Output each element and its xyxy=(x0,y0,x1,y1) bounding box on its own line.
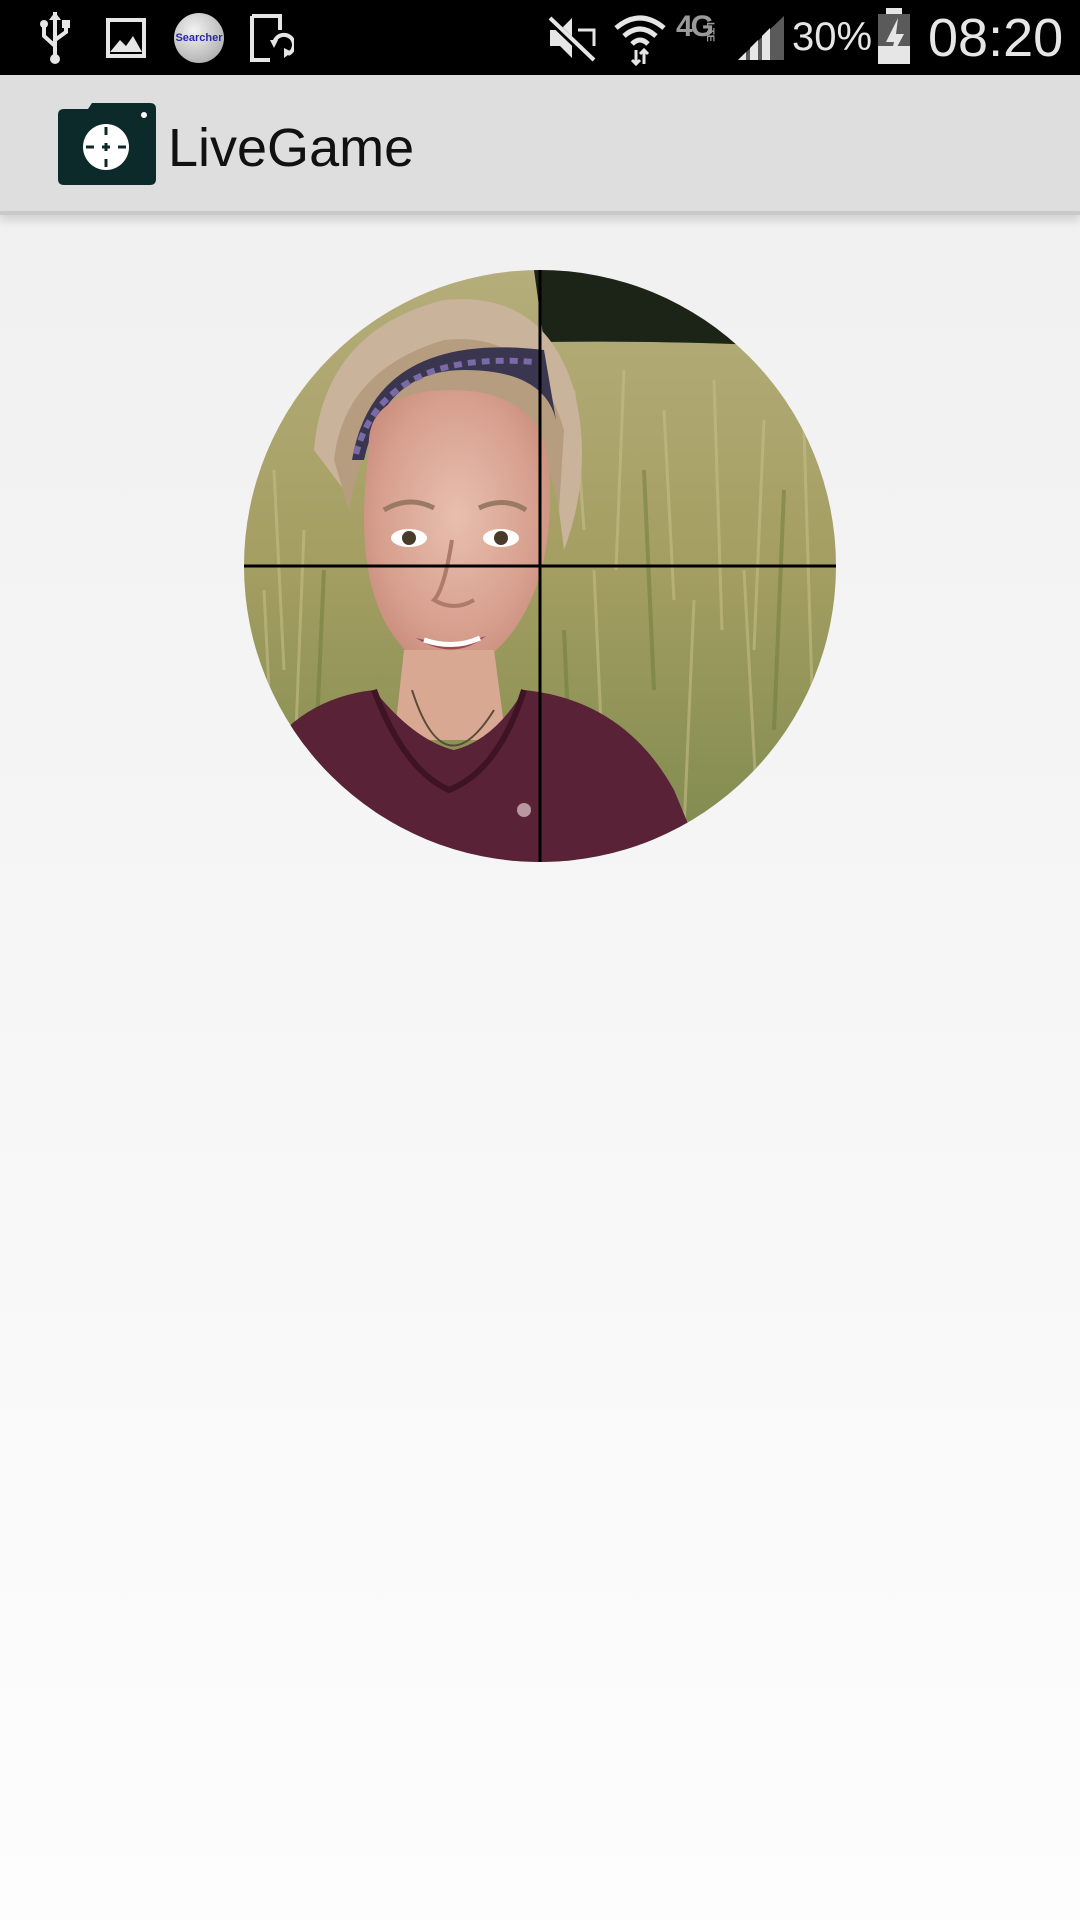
crosshair-overlay xyxy=(244,270,836,862)
camera-crosshair-icon[interactable] xyxy=(58,103,156,185)
battery-percent: 30% xyxy=(792,15,873,59)
mute-icon xyxy=(546,15,596,62)
searcher-app-icon: Searcher xyxy=(174,13,224,63)
searcher-label: Searcher xyxy=(175,32,223,44)
app-title: LiveGame xyxy=(168,118,415,178)
network-4g-lte-icon: 4G LTE xyxy=(676,10,716,43)
action-bar: LiveGame xyxy=(0,75,1080,215)
status-bar: Searcher 4G LTE 30% 08:20 xyxy=(0,0,1080,75)
clock: 08:20 xyxy=(928,8,1064,68)
usb-icon xyxy=(40,12,70,64)
signal-icon xyxy=(738,16,784,60)
battery-charging-icon xyxy=(878,8,910,64)
wifi-icon xyxy=(614,15,666,66)
screen-rotate-icon xyxy=(250,14,294,62)
gallery-icon xyxy=(106,18,146,58)
camera-viewfinder[interactable] xyxy=(244,270,836,862)
